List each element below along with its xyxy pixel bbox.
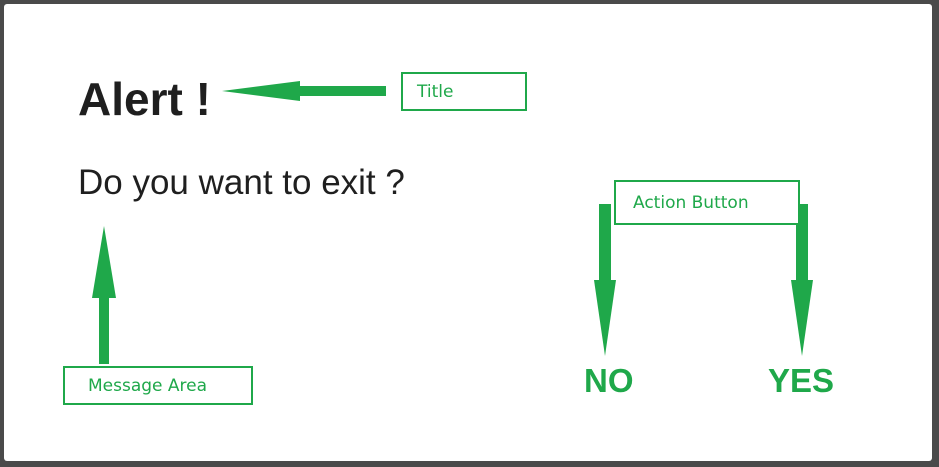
action-button-annotation-box: Action Button	[614, 180, 800, 225]
action-button-annotation-label: Action Button	[633, 192, 749, 213]
alert-dialog: Alert ! Do you want to exit ? NO YES Tit…	[4, 4, 932, 461]
title-annotation-label: Title	[417, 81, 454, 102]
no-arrow-icon	[594, 204, 616, 356]
diagram-canvas: Alert ! Do you want to exit ? NO YES Tit…	[0, 0, 939, 467]
message-area-annotation-box: Message Area	[63, 366, 253, 405]
message-area-annotation-label: Message Area	[88, 375, 208, 396]
title-annotation-box: Title	[401, 72, 527, 111]
yes-arrow-icon	[791, 204, 813, 356]
title-arrow-icon	[222, 81, 386, 101]
message-arrow-icon	[92, 226, 116, 364]
